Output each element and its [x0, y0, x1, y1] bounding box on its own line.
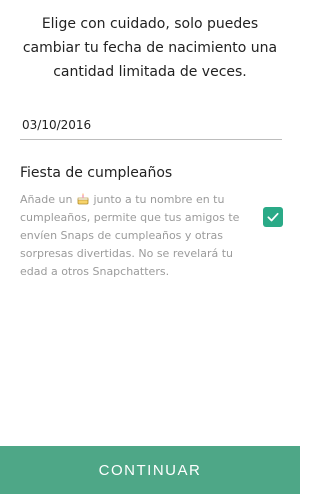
birthday-party-checkbox[interactable]: [263, 207, 283, 227]
description-part-1: Añade un: [20, 193, 76, 206]
check-icon: [267, 212, 279, 222]
continue-button[interactable]: CONTINUAR: [0, 446, 300, 494]
birthday-party-title: Fiesta de cumpleaños: [20, 165, 173, 181]
birthday-date-value: 03/10/2016: [22, 118, 92, 132]
cake-icon: [76, 192, 90, 206]
birthday-date-field[interactable]: 03/10/2016: [20, 113, 282, 140]
birthday-warning: Elige con cuidado, solo puedes cambiar t…: [22, 16, 278, 80]
birthday-party-description: Añade un junto a tu nombre en tu cumplea…: [20, 191, 250, 281]
cake-icon-svg: [77, 193, 89, 205]
